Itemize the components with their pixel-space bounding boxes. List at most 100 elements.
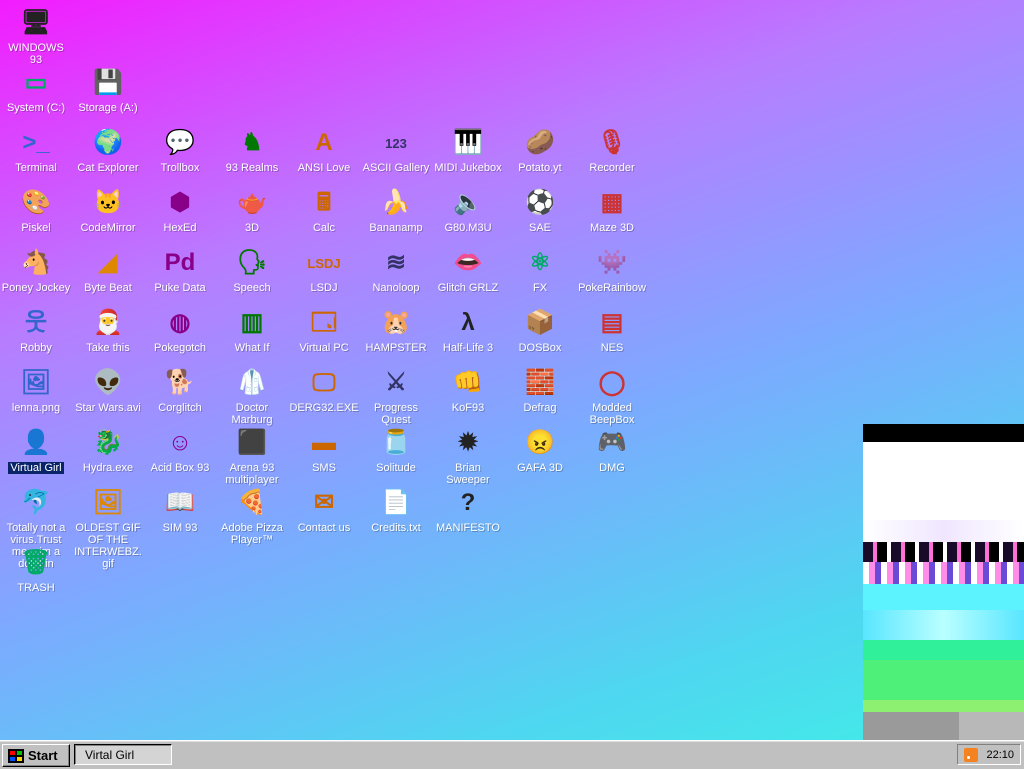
desktop-icon[interactable]: ▬ SMS — [288, 424, 360, 475]
desktop-icon-label: Recorder — [589, 162, 635, 174]
clock: 22:10 — [986, 748, 1014, 761]
desktop-icon[interactable]: 🖵 DERG32.EXE — [288, 364, 360, 415]
gif-file-icon: 🖼 — [92, 489, 124, 516]
desktop-icon[interactable]: 123 ASCII Gallery — [360, 124, 432, 175]
desktop-icon-label: Solitude — [376, 462, 416, 474]
desktop-icon-label: Brian Sweeper — [446, 462, 490, 486]
ball-icon: ⚽ — [525, 189, 555, 216]
desktop-icon[interactable]: ▭ System (C:) — [0, 64, 72, 115]
desktop-icon[interactable]: 🎙 Recorder — [576, 124, 648, 175]
desktop-icon[interactable]: ⚔ Progress Quest — [360, 364, 432, 427]
desktop-icon[interactable]: 📄 Credits.txt — [360, 484, 432, 535]
desktop-icon[interactable]: 🌍 Cat Explorer — [72, 124, 144, 175]
desktop-icon-label: OLDEST GIF OF THE INTERWEBZ.gif — [74, 522, 142, 570]
rss-icon[interactable] — [964, 747, 979, 762]
colored-cube-icon: ⬛ — [237, 429, 267, 456]
desktop-icon[interactable]: 🐕 Corglitch — [144, 364, 216, 415]
desktop-icon-label: MIDI Jukebox — [434, 162, 502, 174]
desktop-icon[interactable]: ✹ Brian Sweeper — [432, 424, 504, 487]
desktop-icon[interactable]: 🎹 MIDI Jukebox — [432, 124, 504, 175]
desktop-icon[interactable]: 😠 GAFA 3D — [504, 424, 576, 475]
desktop-icon[interactable]: 🗔 Virtual PC — [288, 304, 360, 355]
desktop-icon[interactable]: 👾 PokeRainbow — [576, 244, 648, 295]
desktop-icon-label: FX — [532, 282, 548, 294]
desktop-icon[interactable]: 🧱 Defrag — [504, 364, 576, 415]
desktop-icon[interactable]: 🗣 Speech — [216, 244, 288, 295]
desktop-icon[interactable]: ☺ Acid Box 93 — [144, 424, 216, 475]
desktop-icon[interactable]: ? MANIFESTO — [432, 484, 504, 535]
desktop-icon[interactable]: 🥼 Doctor Marburg — [216, 364, 288, 427]
desktop-icon[interactable]: 💬 Trollbox — [144, 124, 216, 175]
desktop-icon[interactable]: Pd Puke Data — [144, 244, 216, 295]
desktop-icon[interactable]: 🖥 WINDOWS 93 — [0, 4, 72, 67]
desktop-icon[interactable]: LSDJ LSDJ — [288, 244, 360, 295]
desktop-icon-label: Piskel — [21, 222, 51, 234]
desktop-icon[interactable]: 🖼 lenna.png — [0, 364, 72, 415]
maze-icon: ▦ — [600, 189, 624, 216]
desktop-icon[interactable]: 🫙 Solitude — [360, 424, 432, 475]
globe-icon: 🌍 — [93, 129, 123, 156]
desktop-icon[interactable]: ⚽ SAE — [504, 184, 576, 235]
glitched-window[interactable] — [863, 424, 1024, 742]
desktop-icon[interactable]: ◍ Pokegotch — [144, 304, 216, 355]
desktop-icon[interactable]: 📖 SIM 93 — [144, 484, 216, 535]
smiley-icon: ☺ — [167, 429, 193, 456]
desktop-icon[interactable]: 🔈 G80.M3U — [432, 184, 504, 235]
desktop-icon[interactable]: 🖩 Calc — [288, 184, 360, 235]
desktop-icon-label: Corglitch — [158, 402, 202, 414]
desktop-icon[interactable]: ◢ Byte Beat — [72, 244, 144, 295]
wave-icon: ◢ — [98, 249, 118, 276]
desktop-icon[interactable]: 🐴 Poney Jockey — [0, 244, 72, 295]
desktop-icon[interactable]: 🫖 3D — [216, 184, 288, 235]
desktop-icon[interactable]: 🖼 OLDEST GIF OF THE INTERWEBZ.gif — [72, 484, 144, 571]
desktop-icon[interactable]: ▦ Maze 3D — [576, 184, 648, 235]
nes-icon: ▤ — [600, 309, 624, 336]
desktop-icon[interactable]: λ Half-Life 3 — [432, 304, 504, 355]
desktop-icon[interactable]: ▥ What If — [216, 304, 288, 355]
desktop-icon-label: Bananamp — [369, 222, 423, 234]
desktop-icon[interactable]: ⚛ FX — [504, 244, 576, 295]
desktop-icon[interactable]: 🗑 TRASH — [0, 544, 72, 595]
start-button[interactable]: Start — [2, 744, 70, 767]
desktop-icon[interactable]: 🐱 CodeMirror — [72, 184, 144, 235]
desktop-icon[interactable]: 👄 Glitch GRLZ — [432, 244, 504, 295]
desktop-icon-label: System (C:) — [6, 102, 66, 114]
desktop-icon[interactable]: ▤ NES — [576, 304, 648, 355]
desktop-icon[interactable]: 🥔 Potato.yt — [504, 124, 576, 175]
desktop-icon[interactable]: 웃 Robby — [0, 304, 72, 355]
teapot-icon: 🫖 — [237, 189, 267, 216]
desktop-icon[interactable]: 👊 KoF93 — [432, 364, 504, 415]
desktop-icon[interactable]: A ANSI Love — [288, 124, 360, 175]
desktop-icon[interactable]: 🐉 Hydra.exe — [72, 424, 144, 475]
desktop-icon[interactable]: 📦 DOSBox — [504, 304, 576, 355]
desktop-icon[interactable]: 👽 Star Wars.avi — [72, 364, 144, 415]
book-icon: 📖 — [165, 489, 195, 516]
ring-icon: ◯ — [598, 369, 626, 396]
desktop-icon-label: Half-Life 3 — [442, 342, 494, 354]
desktop-icon[interactable]: 🍌 Bananamp — [360, 184, 432, 235]
letter-a-icon: A — [315, 129, 333, 156]
desktop-icon-label: What If — [234, 342, 270, 354]
desktop-icon-label: GAFA 3D — [517, 462, 563, 474]
desktop-icon-label: Take this — [86, 342, 130, 354]
desktop-icon[interactable]: 🍕 Adobe Pizza Player™ — [216, 484, 288, 547]
desktop-icon[interactable]: 💾 Storage (A:) — [72, 64, 144, 115]
dog-icon: 🐕 — [165, 369, 195, 396]
desktop-icon[interactable]: ≋ Nanoloop — [360, 244, 432, 295]
taskbar-window-button[interactable]: Virtal Girl — [74, 744, 172, 765]
desktop-icon[interactable]: ◯ Modded BeepBox — [576, 364, 648, 427]
desktop-icon[interactable]: >_ Terminal — [0, 124, 72, 175]
knight-icon: ♞ — [241, 129, 263, 156]
desktop-icon[interactable]: ♞ 93 Realms — [216, 124, 288, 175]
desktop-icon[interactable]: 🎨 Piskel — [0, 184, 72, 235]
desktop-icon[interactable]: 🎅 Take this — [72, 304, 144, 355]
desktop-icon[interactable]: ⬛ Arena 93 multiplayer — [216, 424, 288, 487]
desktop-icon[interactable]: 👤 Virtual Girl — [0, 424, 72, 474]
pokeball-icon: ◍ — [169, 309, 191, 336]
desktop-icon[interactable]: ⬢ HexEd — [144, 184, 216, 235]
blue-face-icon: 👤 — [21, 429, 51, 456]
harddrive-icon: ▭ — [24, 69, 48, 96]
desktop-icon[interactable]: 🐹 HAMPSTER — [360, 304, 432, 355]
desktop-icon[interactable]: ✉ Contact us — [288, 484, 360, 535]
desktop-icon[interactable]: 🎮 DMG — [576, 424, 648, 475]
